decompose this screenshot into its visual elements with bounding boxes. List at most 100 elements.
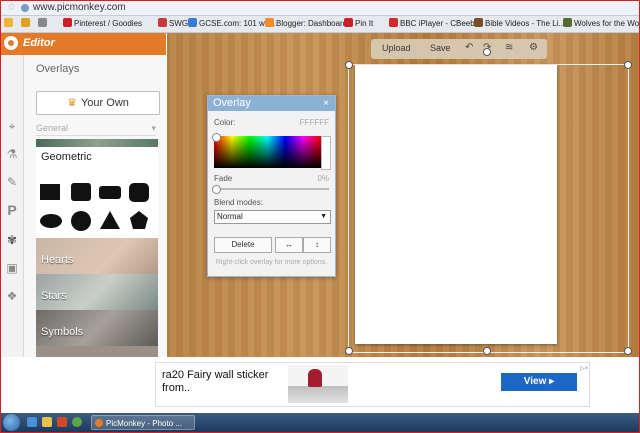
bookmark-favicon-icon bbox=[389, 18, 398, 27]
flask-icon[interactable]: ⚗ bbox=[5, 147, 19, 161]
bookmark-favicon-icon bbox=[563, 18, 572, 27]
flip-vertical-button[interactable]: ↕ bbox=[303, 237, 331, 253]
crop-icon[interactable]: ⌖ bbox=[5, 119, 19, 133]
color-swatch bbox=[321, 136, 331, 170]
bookmark-item[interactable] bbox=[4, 18, 15, 30]
bookmark-favicon-icon bbox=[4, 18, 13, 27]
panel-title: Overlays bbox=[36, 63, 80, 75]
color-spectrum-picker[interactable] bbox=[212, 133, 321, 168]
texture-icon[interactable]: ❖ bbox=[5, 289, 19, 303]
upload-button[interactable]: Upload bbox=[382, 43, 411, 53]
media-icon[interactable] bbox=[57, 417, 67, 427]
bookmark-item[interactable]: Blogger: Dashboard bbox=[265, 18, 347, 30]
category-hearts[interactable]: Hearts bbox=[36, 238, 158, 274]
square-overlay-icon[interactable] bbox=[40, 184, 60, 200]
close-icon[interactable]: × bbox=[323, 96, 329, 111]
bookmark-item[interactable]: Bible Videos - The Li... bbox=[474, 18, 565, 30]
overlay-dialog: Overlay × Color: FFFFFF Fade 0% Blend mo… bbox=[207, 95, 336, 277]
bookmark-favicon-icon bbox=[38, 18, 47, 27]
star-icon[interactable]: ☆ bbox=[7, 2, 16, 13]
overlays-panel: Overlays ♛ Your Own General ▾ Geometric He… bbox=[24, 55, 190, 357]
group-dropdown[interactable]: General ▾ bbox=[36, 123, 156, 136]
bookmark-favicon-icon bbox=[265, 18, 274, 27]
bookmark-favicon-icon bbox=[344, 18, 353, 27]
adchoices-icon[interactable]: ▷× bbox=[580, 365, 588, 372]
category-strip bbox=[36, 139, 158, 147]
brush-icon[interactable]: ✎ bbox=[5, 175, 19, 189]
category-label: Geometric bbox=[41, 151, 92, 163]
rounded-square-overlay-icon[interactable] bbox=[71, 183, 91, 201]
folder-icon[interactable] bbox=[42, 417, 52, 427]
flip-horizontal-button[interactable]: ↔ bbox=[275, 237, 303, 253]
address-bar[interactable]: ☆ www.picmonkey.com bbox=[1, 1, 639, 16]
chrome-icon[interactable] bbox=[72, 417, 82, 427]
bookmark-favicon-icon bbox=[474, 18, 483, 27]
bookmark-favicon-icon bbox=[188, 18, 197, 27]
bookmark-item[interactable] bbox=[38, 18, 49, 30]
blend-mode-select[interactable]: Normal ▼ bbox=[214, 210, 331, 224]
layers-icon[interactable]: ≋ bbox=[505, 42, 513, 53]
editor-title: Editor bbox=[23, 37, 55, 49]
ad-view-button[interactable]: View ▸ bbox=[501, 373, 577, 391]
color-hex-value[interactable]: FFFFFF bbox=[300, 118, 329, 127]
picmonkey-favicon-icon bbox=[95, 419, 103, 427]
resize-handle[interactable] bbox=[624, 61, 632, 69]
bookmark-item[interactable]: SWG bbox=[158, 18, 188, 30]
ad-image[interactable] bbox=[288, 365, 348, 403]
bookmark-item[interactable]: BBC iPlayer - CBeebi... bbox=[389, 18, 483, 30]
resize-handle[interactable] bbox=[624, 347, 632, 355]
bookmarks-bar: Pinterest / Goodies SWG GCSE.com: 101 wo… bbox=[1, 16, 639, 33]
triangle-overlay-icon[interactable] bbox=[99, 210, 121, 230]
canvas-document[interactable] bbox=[355, 65, 557, 344]
text-icon[interactable]: P bbox=[5, 203, 19, 217]
rotate-handle[interactable] bbox=[483, 48, 491, 56]
color-picker-knob[interactable] bbox=[212, 133, 221, 142]
undo-icon[interactable]: ↶ bbox=[465, 42, 473, 53]
dialog-header[interactable]: Overlay × bbox=[208, 96, 335, 111]
taskbar-task-picmonkey[interactable]: PicMonkey - Photo ... bbox=[91, 415, 195, 430]
resize-handle[interactable] bbox=[345, 347, 353, 355]
fade-slider[interactable] bbox=[212, 185, 329, 194]
butterfly-icon[interactable]: ✾ bbox=[5, 233, 19, 247]
ie-icon[interactable] bbox=[27, 417, 37, 427]
delete-button[interactable]: Delete bbox=[214, 237, 272, 253]
resize-handle[interactable] bbox=[483, 347, 491, 355]
bookmark-item[interactable]: Pin It bbox=[344, 18, 373, 30]
rounded-rect-overlay-icon[interactable] bbox=[129, 183, 149, 202]
hint-text: Right-click overlay for more options. bbox=[215, 259, 328, 266]
category-stars[interactable]: Stars bbox=[36, 274, 158, 310]
fade-value: 0% bbox=[317, 174, 329, 183]
chevron-down-icon: ▼ bbox=[320, 213, 327, 220]
category-geometric[interactable]: Geometric bbox=[36, 139, 158, 238]
category-symbols[interactable]: Symbols bbox=[36, 310, 158, 346]
start-button[interactable] bbox=[3, 414, 20, 431]
fade-slider-knob[interactable] bbox=[212, 185, 221, 194]
taskbar: PicMonkey - Photo ... bbox=[1, 413, 639, 432]
url-text[interactable]: www.picmonkey.com bbox=[33, 2, 126, 13]
editor-header: Editor bbox=[1, 33, 166, 55]
category-more[interactable] bbox=[36, 346, 158, 357]
circle-overlay-icon[interactable] bbox=[71, 211, 91, 231]
site-icon bbox=[21, 4, 29, 12]
play-icon: ▸ bbox=[546, 376, 555, 387]
save-button[interactable]: Save bbox=[430, 43, 451, 53]
ellipse-overlay-icon[interactable] bbox=[40, 214, 62, 228]
bookmark-item[interactable]: Wolves for the Wolf bbox=[563, 18, 639, 30]
your-own-button[interactable]: ♛ Your Own bbox=[36, 91, 160, 115]
ad-title[interactable]: ra20 Fairy wall sticker from.. bbox=[162, 369, 282, 395]
resize-handle[interactable] bbox=[345, 61, 353, 69]
blend-label: Blend modes: bbox=[214, 198, 263, 207]
dialog-title: Overlay bbox=[213, 97, 251, 109]
bookmark-item[interactable] bbox=[21, 18, 32, 30]
tool-rail: ⌖ ⚗ ✎ P ✾ ▣ ❖ bbox=[1, 33, 24, 357]
ad-banner[interactable]: ra20 Fairy wall sticker from.. View ▸ ▷× bbox=[155, 362, 590, 407]
settings-icon[interactable]: ⚙ bbox=[529, 42, 538, 53]
rectangle-overlay-icon[interactable] bbox=[99, 186, 121, 199]
picmonkey-logo-icon[interactable] bbox=[4, 36, 18, 50]
bookmark-item[interactable]: Pinterest / Goodies bbox=[63, 18, 142, 30]
browser-window: ☆ www.picmonkey.com Pinterest / Goodies … bbox=[0, 0, 640, 433]
frame-icon[interactable]: ▣ bbox=[5, 261, 19, 275]
pentagon-overlay-icon[interactable] bbox=[129, 210, 149, 230]
fairy-sticker-image bbox=[308, 369, 322, 387]
bookmark-favicon-icon bbox=[63, 18, 72, 27]
